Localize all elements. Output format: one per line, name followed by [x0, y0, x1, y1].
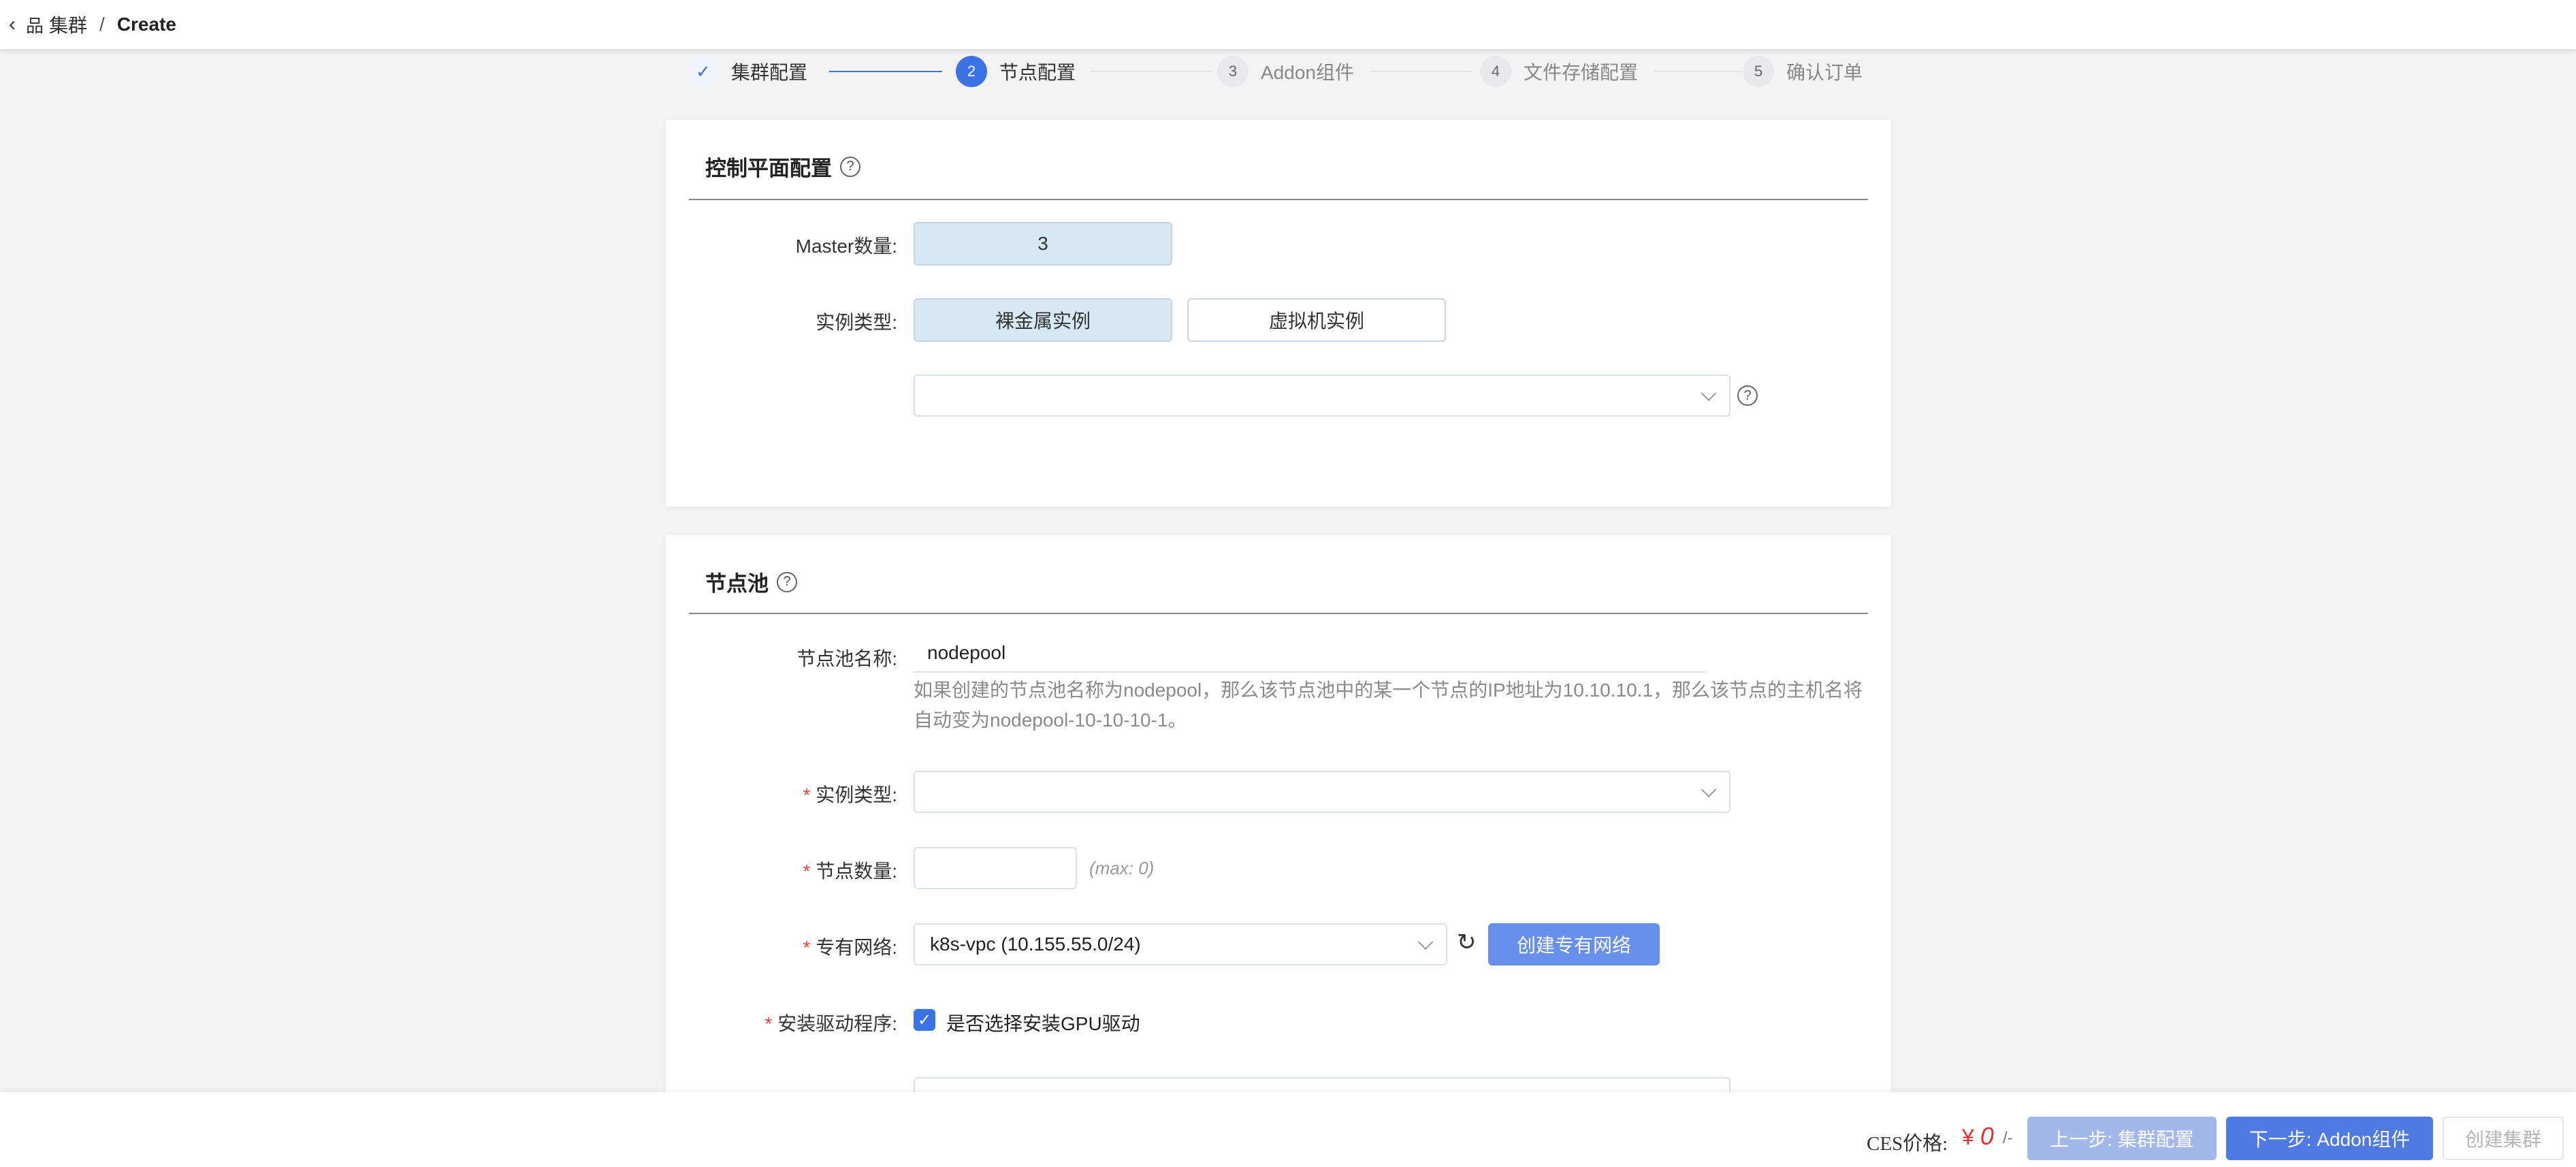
step-connector [1091, 71, 1212, 72]
instance-type-label: * 实例类型: [666, 780, 897, 808]
help-icon[interactable]: ? [777, 571, 797, 592]
section-title-text: 控制平面配置 [705, 157, 832, 180]
vpc-label: * 专有网络: [666, 933, 897, 960]
prev-step-button[interactable]: 上一步: 集群配置 [2027, 1117, 2217, 1160]
instance-type-label: 实例类型: [816, 312, 897, 333]
step-confirm-order[interactable]: 5 确认订单 [1743, 54, 1863, 89]
label-text: 安装驱动程序: [777, 1013, 897, 1034]
help-icon[interactable]: ? [1737, 385, 1758, 406]
required-mark: * [803, 861, 811, 882]
required-mark: * [803, 937, 811, 958]
node-count-label: * 节点数量: [666, 857, 897, 884]
option-baremetal[interactable]: 裸金属实例 [914, 298, 1172, 342]
gpu-driver-checkbox[interactable]: ✓ [914, 1009, 935, 1031]
create-vpc-button[interactable]: 创建专有网络 [1488, 923, 1660, 965]
top-bar: ‹ 品 集群 / Create [0, 0, 2576, 49]
step-node-config[interactable]: 2 节点配置 [956, 54, 1076, 89]
step-number: 5 [1743, 56, 1774, 87]
master-count-value[interactable]: 3 [914, 222, 1172, 266]
step-number: 2 [956, 56, 987, 87]
divider [689, 199, 1868, 200]
chevron-down-icon [1701, 385, 1717, 402]
price-amount: 0 [1980, 1122, 1994, 1150]
wizard-steps: ✓ 集群配置 2 节点配置 3 Addon组件 4 文件存储配置 5 确认订单 [688, 54, 1863, 89]
step-connector [1370, 71, 1472, 72]
instance-spec-select[interactable] [914, 374, 1730, 417]
price-label: CES价格: [1867, 1133, 1948, 1155]
node-pool-name-input[interactable]: nodepool [914, 635, 1706, 673]
section-title-text: 节点池 [705, 572, 769, 596]
control-plane-card: 控制平面配置 ? Master数量: 3 实例类型: 裸金属实例 虚拟机实例 ? [666, 120, 1891, 507]
step-label: 确认订单 [1786, 62, 1863, 83]
price-unit: /- [2003, 1129, 2013, 1147]
refresh-icon[interactable]: ↻ [1457, 929, 1477, 956]
node-pool-card: 节点池 ? 节点池名称: nodepool 如果创建的节点池名称为nodepoo… [666, 535, 1891, 1148]
vpc-select[interactable]: k8s-vpc (10.155.55.0/24) [914, 923, 1447, 965]
label-text: 实例类型: [816, 784, 897, 805]
next-step-button[interactable]: 下一步: Addon组件 [2226, 1117, 2433, 1160]
instance-type-select[interactable] [914, 771, 1730, 813]
create-cluster-button[interactable]: 创建集群 [2443, 1117, 2564, 1160]
step-label: 集群配置 [731, 62, 808, 83]
breadcrumb-separator: / [99, 14, 105, 35]
step-number: 3 [1217, 56, 1249, 87]
chevron-left-icon[interactable]: ‹ [3, 13, 22, 36]
required-mark: * [803, 784, 811, 805]
step-file-storage[interactable]: 4 文件存储配置 [1480, 54, 1638, 89]
cluster-icon: 品 [26, 15, 44, 36]
gpu-driver-label: 是否选择安装GPU驱动 [946, 1013, 1140, 1034]
page-title: Create [116, 14, 176, 35]
breadcrumb-clusters[interactable]: 集群 [49, 11, 87, 38]
node-pool-name-label: 节点池名称: [796, 648, 897, 669]
hint-line: 自动变为nodepool-10-10-10-1。 [914, 709, 1187, 731]
chevron-down-icon [1417, 934, 1434, 950]
help-icon[interactable]: ? [840, 156, 860, 177]
select-value: k8s-vpc (10.155.55.0/24) [930, 933, 1141, 955]
step-addon[interactable]: 3 Addon组件 [1217, 54, 1354, 89]
node-count-input[interactable] [914, 847, 1077, 889]
section-title: 节点池 ? [705, 566, 797, 597]
step-connector [829, 71, 942, 72]
currency-symbol: ¥ [1962, 1125, 1974, 1149]
required-mark: * [764, 1013, 773, 1034]
section-title: 控制平面配置 ? [705, 151, 860, 182]
chevron-down-icon [1701, 782, 1717, 798]
node-count-max-hint: (max: 0) [1089, 858, 1155, 878]
option-vm[interactable]: 虚拟机实例 [1187, 298, 1446, 342]
step-label: 节点配置 [999, 62, 1076, 83]
footer-bar: CES价格: ¥ 0 /- 上一步: 集群配置 下一步: Addon组件 创建集… [0, 1092, 2576, 1167]
driver-label: * 安装驱动程序: [666, 1009, 897, 1036]
divider [689, 613, 1868, 614]
hint-line: 如果创建的节点池名称为nodepool，那么该节点池中的某一个节点的IP地址为1… [914, 680, 1863, 701]
check-icon: ✓ [688, 56, 719, 87]
node-pool-name-hint: 如果创建的节点池名称为nodepool，那么该节点池中的某一个节点的IP地址为1… [914, 675, 1880, 735]
label-text: 节点数量: [816, 861, 897, 882]
step-label: Addon组件 [1261, 62, 1354, 83]
step-label: 文件存储配置 [1524, 62, 1639, 83]
label-text: 专有网络: [816, 937, 897, 958]
step-number: 4 [1480, 56, 1511, 87]
price-value: ¥ 0 [1962, 1122, 1994, 1151]
master-count-label: Master数量: [795, 236, 897, 257]
step-connector [1654, 71, 1741, 72]
step-cluster-config[interactable]: ✓ 集群配置 [688, 54, 807, 89]
